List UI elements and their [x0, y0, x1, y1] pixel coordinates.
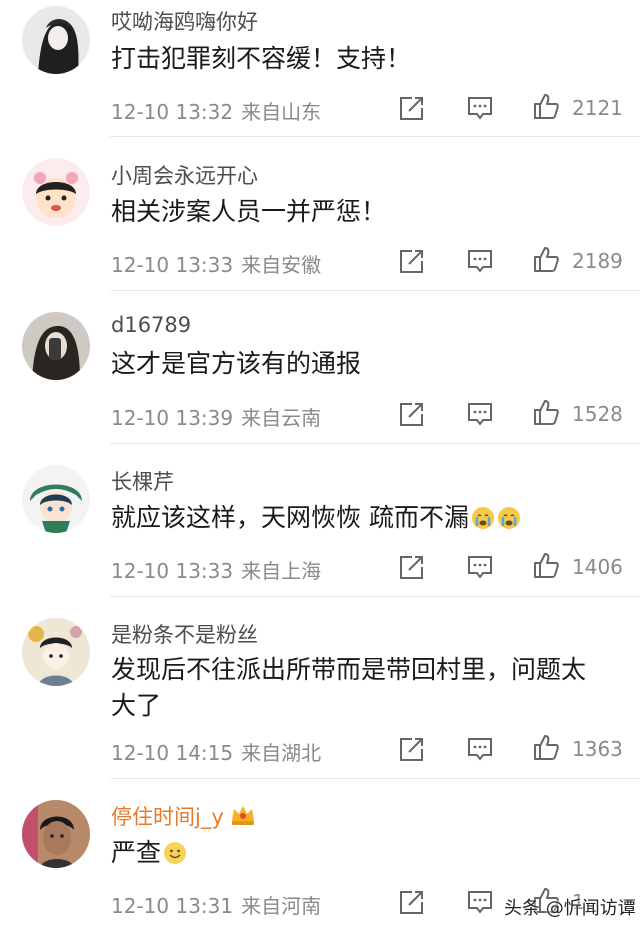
avatar[interactable]: [22, 312, 90, 380]
timestamp: 12-10 13:39: [111, 406, 234, 430]
like-count: 2189: [572, 249, 623, 273]
comment-icon[interactable]: [466, 94, 494, 122]
timestamp: 12-10 13:33: [111, 253, 234, 277]
location: 来自安徽: [241, 253, 322, 277]
comment-meta: 12-10 13:31 来自河南: [111, 890, 321, 919]
like-icon[interactable]: [532, 733, 560, 761]
username[interactable]: 小周会永远开心: [111, 160, 258, 190]
comment-meta: 12-10 13:33 来自上海: [111, 555, 321, 584]
comment-text: 发现后不往派出所带而是带回村里，问题太 大了: [111, 655, 587, 720]
comment-meta: 12-10 13:32 来自山东: [111, 96, 321, 125]
share-icon[interactable]: [398, 888, 426, 916]
comment-text: 这才是官方该有的通报: [111, 349, 362, 378]
share-icon[interactable]: [398, 400, 426, 428]
avatar[interactable]: [22, 6, 90, 74]
location: 来自云南: [241, 406, 322, 430]
divider: [110, 596, 640, 597]
divider: [110, 778, 640, 779]
timestamp: 12-10 13:33: [111, 559, 234, 583]
timestamp: 12-10 13:32: [111, 100, 234, 124]
watermark: 头条 @忻闻访谭: [504, 898, 636, 919]
comment-icon[interactable]: [466, 400, 494, 428]
crown-badge-icon: [230, 803, 256, 832]
share-icon[interactable]: [398, 94, 426, 122]
like-count: 1363: [572, 737, 623, 761]
like-icon[interactable]: [532, 398, 560, 426]
avatar[interactable]: [22, 465, 90, 533]
divider: [110, 136, 640, 137]
comment-icon[interactable]: [466, 735, 494, 763]
comment-meta: 12-10 13:33 来自安徽: [111, 249, 321, 278]
comment-text: 相关涉案人员一并严惩！: [111, 197, 387, 226]
smile-emoji-icon: [163, 839, 187, 875]
avatar[interactable]: [22, 800, 90, 868]
comment-icon[interactable]: [466, 247, 494, 275]
timestamp: 12-10 14:15: [111, 741, 234, 765]
comment-text: 就应该这样，天网恢恢 疏而不漏: [111, 500, 626, 540]
share-icon[interactable]: [398, 553, 426, 581]
username[interactable]: 停住时间j_y: [111, 801, 256, 832]
location: 来自河南: [241, 894, 322, 918]
comment-icon[interactable]: [466, 888, 494, 916]
avatar[interactable]: [22, 158, 90, 226]
comment-text: 打击犯罪刻不容缓！支持！: [111, 44, 412, 73]
crying-emoji-icon: [471, 504, 495, 540]
username[interactable]: d16789: [111, 313, 191, 337]
location: 来自山东: [241, 100, 322, 124]
username[interactable]: 长棵芹: [111, 466, 174, 496]
like-count: 1528: [572, 402, 623, 426]
username-text[interactable]: 停住时间j_y: [111, 805, 224, 829]
crying-emoji-icon: [497, 504, 521, 540]
timestamp: 12-10 13:31: [111, 894, 234, 918]
location: 来自上海: [241, 559, 322, 583]
comment-icon[interactable]: [466, 553, 494, 581]
like-icon[interactable]: [532, 245, 560, 273]
like-count: 1406: [572, 555, 623, 579]
like-icon[interactable]: [532, 551, 560, 579]
like-count: 2121: [572, 96, 623, 120]
comment-meta: 12-10 13:39 来自云南: [111, 402, 321, 431]
comment-text: 严查: [111, 835, 626, 875]
share-icon[interactable]: [398, 735, 426, 763]
divider: [110, 290, 640, 291]
username[interactable]: 是粉条不是粉丝: [111, 619, 258, 649]
location: 来自湖北: [241, 741, 322, 765]
like-icon[interactable]: [532, 92, 560, 120]
avatar[interactable]: [22, 618, 90, 686]
comment-text-body: 严查: [111, 838, 162, 867]
comment-text-body: 就应该这样，天网恢恢 疏而不漏: [111, 503, 469, 532]
username[interactable]: 哎呦海鸥嗨你好: [111, 6, 258, 36]
divider: [110, 443, 640, 444]
comment-meta: 12-10 14:15 来自湖北: [111, 737, 321, 766]
share-icon[interactable]: [398, 247, 426, 275]
